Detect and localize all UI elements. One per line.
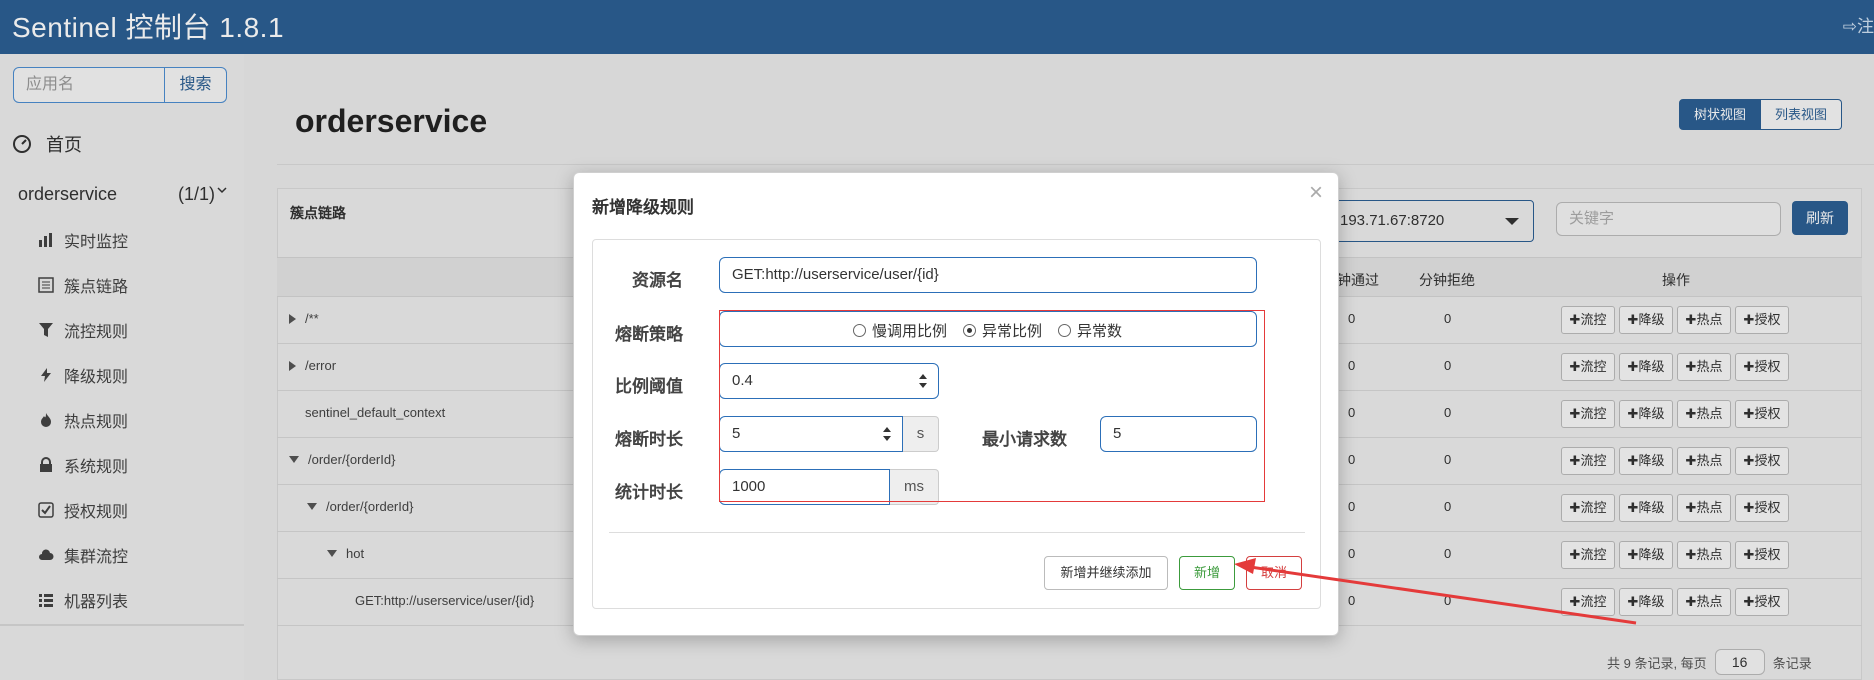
annotation-arrow (1234, 558, 1637, 625)
